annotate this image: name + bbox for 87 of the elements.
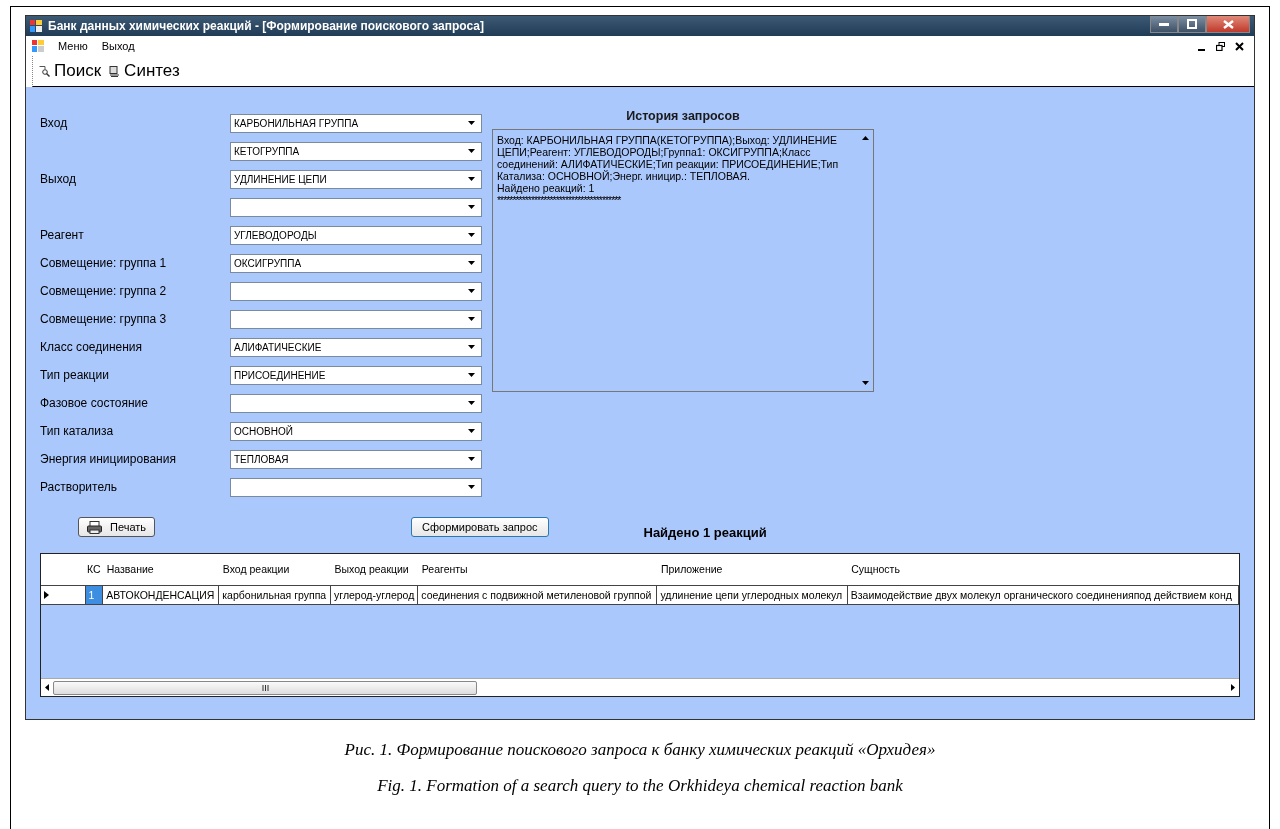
result-title: Найдено 1 реакций [643,524,767,540]
dropdown-field[interactable]: АЛИФАТИЧЕСКИЕ [230,337,482,357]
dropdown-field[interactable]: ТЕПЛОВАЯ [230,449,482,469]
field-label: Выход [40,172,77,186]
scroll-right-icon[interactable] [1231,684,1235,691]
field-label: Вход [40,116,69,130]
dropdown-field[interactable]: ОСНОВНОЙ [230,421,482,441]
magnifier-icon [39,65,50,77]
dropdown-field[interactable]: УГЛЕВОДОРОДЫ [230,225,482,245]
query-history-text: Вход: КАРБОНИЛЬНАЯ ГРУППА(КЕТОГРУППА);Выход: УДЛИНЕНИЕ ЦЕПИ;Реагент: УГЛЕВОДОРОДЫ;Группа1: ОКСИГРУППА;Класс соединений: АЛИФАТИЧЕСКИЕ;Тип реакции: ПРИСОЕДИНЕНИЕ;Тип Катализа: ОСНОВНОЙ;Энерг. иницир.: ТЕПЛОВАЯ. [497,134,840,182]
build-query-button[interactable]: Сформировать запрос [411,517,549,537]
history-title: История запросов [625,109,741,125]
scroll-down-icon[interactable] [861,381,869,385]
menu-item[interactable]: Выход [101,40,135,52]
app-icon [30,20,42,32]
field-label: Совмещение: группа 2 [40,284,168,298]
table-cell: углерод-углерод [330,585,418,605]
column-header[interactable]: Название [102,554,219,586]
dropdown-arrow-icon [468,457,475,461]
toolbar-button[interactable]: Синтез [109,61,180,81]
field-label: Тип катализа [40,424,115,438]
maximize-icon [1187,19,1197,29]
dropdown-field[interactable] [230,477,482,497]
field-label: Растворитель [40,480,118,494]
dropdown-arrow-icon [468,261,475,265]
minimize-button[interactable] [1150,16,1178,33]
field-label: Энергия инициирования [40,452,177,466]
field-label: Фазовое состояние [40,396,149,410]
dropdown-arrow-icon [468,177,475,181]
close-icon[interactable] [1235,41,1244,51]
dropdown-field[interactable] [230,393,482,413]
dropdown-arrow-icon [468,429,475,433]
restore-button[interactable] [1178,16,1206,33]
dropdown-field[interactable] [230,281,482,301]
table-cell: карбонильная группа [218,585,331,605]
app-icon [32,40,44,52]
dropdown-field[interactable]: КАРБОНИЛЬНАЯ ГРУППА [230,113,482,133]
dropdown-field[interactable]: ОКСИГРУППА [230,253,482,273]
separator-text: **************************************** [497,196,621,204]
dropdown-arrow-icon [468,289,475,293]
table-cell: соединения с подвижной метиленовой группой [417,585,657,605]
dropdown-field[interactable]: КЕТОГРУППА [230,141,482,161]
table-cell: удлинение цепи углеродных молекул [656,585,848,605]
dropdown-field[interactable] [230,309,482,329]
scroll-left-icon[interactable] [45,684,49,691]
field-label: Совмещение: группа 1 [40,256,168,270]
dropdown-arrow-icon [468,317,475,321]
close-button[interactable] [1206,16,1250,33]
dropdown-arrow-icon [468,373,475,377]
column-header[interactable]: Приложение [656,554,848,586]
dropdown-field[interactable] [230,197,482,217]
horizontal-scrollbar[interactable] [41,678,1239,696]
field-label: Реагент [40,228,85,242]
figure-caption: Рис. 1. Формирование поискового запроса к банку химических реакций «Орхидея» [344,740,936,760]
found-count-text: Найдено реакций: 1 [497,182,595,194]
printer-icon [87,520,102,534]
column-header[interactable]: Реагенты [417,554,657,586]
figure-caption: Fig. 1. Formation of a search query to the Orkhideya chemical reaction bank [377,776,903,796]
print-button[interactable]: Печать [78,517,156,537]
dropdown-arrow-icon [468,121,475,125]
grip-icon [261,684,269,691]
window-title: Банк данных химических реакций - [Формирование поискового запроса] [48,19,485,33]
scroll-up-icon[interactable] [861,136,869,140]
table-cell: АВТОКОНДЕНСАЦИЯ [102,585,219,605]
column-header[interactable]: Сущность [847,554,1239,586]
current-row-icon [44,591,49,599]
dropdown-arrow-icon [468,401,475,405]
menu-item[interactable]: Меню [58,40,88,52]
close-icon [1222,19,1234,29]
dropdown-arrow-icon [468,149,475,153]
dropdown-arrow-icon [468,233,475,237]
document-icon [109,65,121,77]
dropdown-arrow-icon [468,345,475,349]
column-header[interactable]: КС [85,554,103,586]
dropdown-field[interactable]: УДЛИНЕНИЕ ЦЕПИ [230,169,482,189]
dropdown-field[interactable]: ПРИСОЕДИНЕНИЕ [230,365,482,385]
dropdown-arrow-icon [468,485,475,489]
column-header[interactable]: Вход реакции [218,554,331,586]
table-cell: Взаимодействие двух молекул органического соединенияпод действием конд [847,585,1239,605]
field-label: Совмещение: группа 3 [40,312,168,326]
dropdown-arrow-icon [468,205,475,209]
minimize-icon [1159,22,1169,26]
restore-icon[interactable] [1216,41,1225,51]
column-header[interactable]: Выход реакции [330,554,418,586]
toolbar-button[interactable]: Поиск [39,61,102,81]
field-label: Тип реакции [40,368,110,382]
field-label: Класс соединения [40,340,144,354]
